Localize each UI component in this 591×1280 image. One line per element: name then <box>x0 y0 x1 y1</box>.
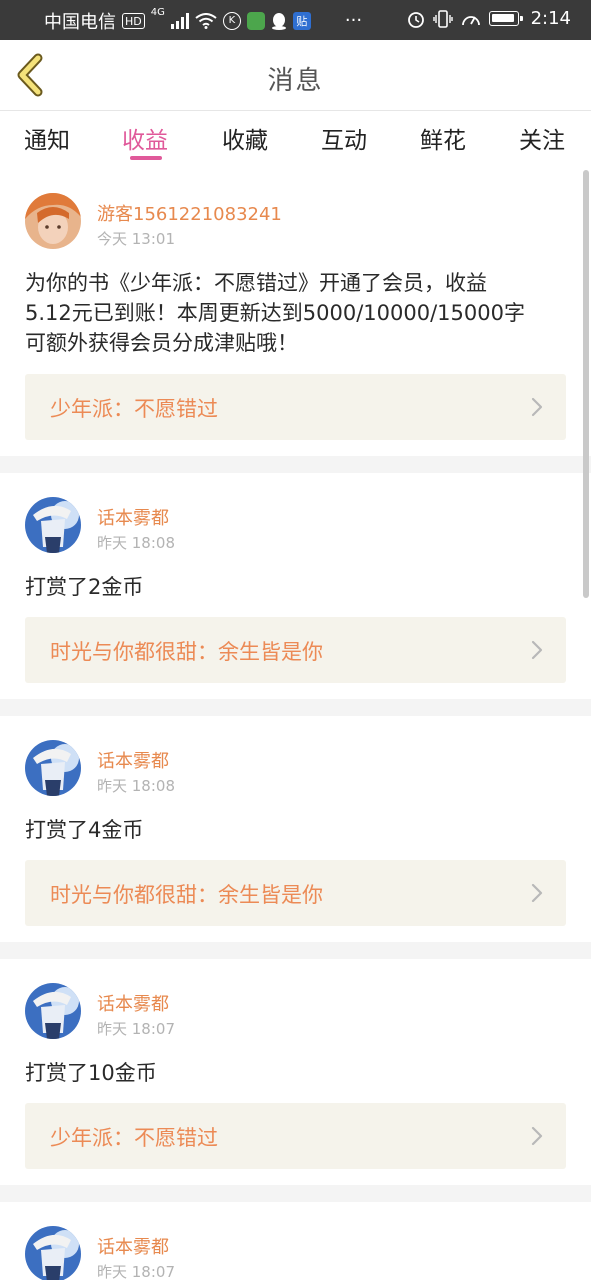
tab-bar: 通知 收益 收藏 互动 鲜花 关注 <box>0 111 591 169</box>
sender-name[interactable]: 话本雾都 <box>97 1233 169 1259</box>
qq-icon <box>271 12 287 30</box>
book-link[interactable]: 少年派：不愿错过 <box>25 374 566 440</box>
avatar[interactable] <box>25 497 81 553</box>
message-text: 打赏了10金币 <box>25 1058 566 1088</box>
k-app-icon: K <box>222 12 241 30</box>
network-type: 4G <box>150 7 165 18</box>
message-time: 昨天 18:08 <box>97 777 175 795</box>
scrollbar[interactable] <box>583 170 589 598</box>
vibrate-icon <box>432 9 453 28</box>
page-title: 消息 <box>267 66 324 96</box>
message-time: 今天 13:01 <box>97 230 175 248</box>
message-line: 可额外获得会员分成津贴哦！ <box>25 331 298 355</box>
message-text: 为你的书《少年派：不愿错过》开通了会员，收益 5.12元已到账！本周更新达到50… <box>25 268 566 358</box>
signal-icon <box>170 13 189 29</box>
message-line: 5.12元已到账！本周更新达到5000/10000/15000字 <box>25 301 525 325</box>
sender-name[interactable]: 话本雾都 <box>97 504 169 530</box>
message-card: 话本雾都 昨天 18:08 打赏了4金币 时光与你都很甜：余生皆是你 <box>0 716 591 942</box>
message-time: 昨天 18:07 <box>97 1263 175 1280</box>
news-app-icon: 贴 <box>292 12 311 30</box>
message-line: 为你的书《少年派：不愿错过》开通了会员，收益 <box>25 271 487 295</box>
tab-notifications[interactable]: 通知 <box>24 121 70 155</box>
message-list[interactable]: 游客1561221083241 今天 13:01 为你的书《少年派：不愿错过》开… <box>0 169 591 1280</box>
avatar[interactable] <box>25 193 81 249</box>
message-line: 打赏了4金币 <box>25 818 144 842</box>
message-line: 打赏了10金币 <box>25 1061 157 1085</box>
chevron-right-icon <box>531 640 543 660</box>
sender-name[interactable]: 话本雾都 <box>97 747 169 773</box>
battery-icon <box>488 11 523 26</box>
clock: 2:14 <box>530 8 571 29</box>
speed-icon <box>461 10 481 28</box>
book-title: 时光与你都很甜：余生皆是你 <box>50 640 323 664</box>
video-app-icon <box>246 12 265 30</box>
chevron-right-icon <box>531 1126 543 1146</box>
tab-interactions[interactable]: 互动 <box>321 121 367 155</box>
active-tab-indicator <box>130 156 162 160</box>
hd-icon: HD <box>122 13 145 29</box>
avatar[interactable] <box>25 983 81 1039</box>
message-line: 打赏了2金币 <box>25 575 144 599</box>
message-text: 打赏了2金币 <box>25 572 566 602</box>
avatar[interactable] <box>25 1226 81 1280</box>
tab-following[interactable]: 关注 <box>519 121 565 155</box>
alarm-icon <box>407 10 425 28</box>
book-link[interactable]: 时光与你都很甜：余生皆是你 <box>25 617 566 683</box>
book-link[interactable]: 时光与你都很甜：余生皆是你 <box>25 860 566 926</box>
tab-favorites[interactable]: 收藏 <box>222 121 268 155</box>
sender-name[interactable]: 话本雾都 <box>97 990 169 1016</box>
app-header: 消息 <box>0 40 591 111</box>
message-card: 话本雾都 昨天 18:07 打赏了10金币 少年派：不愿错过 <box>0 959 591 1185</box>
chevron-right-icon <box>531 883 543 903</box>
status-bar: 中国电信 HD 4G K 贴 ··· 2:14 <box>0 0 591 40</box>
avatar[interactable] <box>25 740 81 796</box>
message-card: 游客1561221083241 今天 13:01 为你的书《少年派：不愿错过》开… <box>0 169 591 456</box>
book-link[interactable]: 少年派：不愿错过 <box>25 1103 566 1169</box>
book-title: 少年派：不愿错过 <box>50 397 218 421</box>
sender-name[interactable]: 游客1561221083241 <box>97 200 282 226</box>
message-time: 昨天 18:08 <box>97 534 175 552</box>
chevron-right-icon <box>531 397 543 417</box>
message-text: 打赏了4金币 <box>25 815 566 845</box>
message-card: 话本雾都 昨天 18:08 打赏了2金币 时光与你都很甜：余生皆是你 <box>0 473 591 699</box>
message-time: 昨天 18:07 <box>97 1020 175 1038</box>
tab-flowers[interactable]: 鲜花 <box>420 121 466 155</box>
more-icon: ··· <box>344 10 363 31</box>
book-title: 少年派：不愿错过 <box>50 1126 218 1150</box>
wifi-icon <box>195 13 217 29</box>
book-title: 时光与你都很甜：余生皆是你 <box>50 883 323 907</box>
carrier-name: 中国电信 <box>44 12 116 33</box>
tab-earnings[interactable]: 收益 <box>122 121 168 155</box>
message-card: 话本雾都 昨天 18:07 <box>0 1202 591 1280</box>
